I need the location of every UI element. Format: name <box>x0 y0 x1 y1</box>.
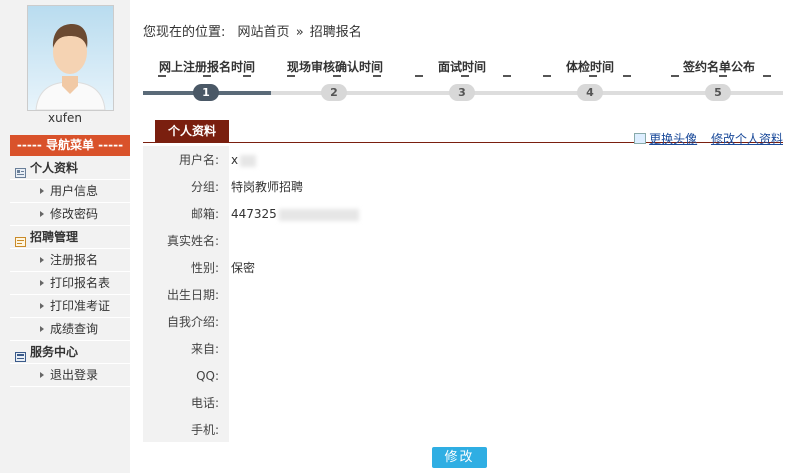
field-row-group: 分组: 特岗教师招聘 <box>143 174 783 201</box>
step-dash <box>333 75 341 77</box>
field-row-username: 用户名: x <box>143 147 783 174</box>
arrow-right-icon <box>40 372 44 378</box>
field-label: 手机: <box>190 423 219 437</box>
step-dash <box>287 75 295 77</box>
breadcrumb-home[interactable]: 网站首页 <box>238 25 290 40</box>
step-dash <box>671 75 679 77</box>
field-label: 用户名: <box>178 153 219 167</box>
step-label: 体检时间 <box>566 60 615 74</box>
step-number: 4 <box>577 84 603 101</box>
arrow-right-icon <box>40 326 44 332</box>
arrow-right-icon <box>40 188 44 194</box>
step-number: 1 <box>193 84 219 101</box>
step-dash <box>503 75 511 77</box>
field-row-phone: 电话: <box>143 390 783 417</box>
step-dash <box>543 75 551 77</box>
nav-item-scores[interactable]: 成绩查询 <box>10 318 130 341</box>
arrow-right-icon <box>40 303 44 309</box>
nav-group-profile[interactable]: 个人资料 <box>10 157 130 180</box>
sidebar: xufen ----- 导航菜单 ----- 个人资料 用户信息 修改密码 招聘… <box>0 0 130 473</box>
user-avatar-icon <box>28 6 113 110</box>
field-label: 真实姓名: <box>166 234 219 248</box>
step-label: 现场审核确认时间 <box>287 60 384 74</box>
step-label: 签约名单公布 <box>683 60 756 74</box>
field-row-birthdate: 出生日期: <box>143 282 783 309</box>
nav-item-label: 修改密码 <box>50 207 99 221</box>
breadcrumb-separator: » <box>295 25 304 40</box>
step-number: 2 <box>321 84 347 101</box>
edit-profile-link[interactable]: 修改个人资料 <box>711 132 783 146</box>
step-dash <box>623 75 631 77</box>
nav-item-label: 打印报名表 <box>50 276 111 290</box>
field-label: 邮箱: <box>190 207 219 221</box>
field-row-realname: 真实姓名: <box>143 228 783 255</box>
change-avatar-link[interactable]: 更换头像 <box>649 132 697 146</box>
step-label: 面试时间 <box>438 60 487 74</box>
field-label: 来自: <box>190 342 219 356</box>
nav-item-print-form[interactable]: 打印报名表 <box>10 272 130 295</box>
profile-links: 更换头像 修改个人资料 <box>634 130 783 147</box>
image-icon <box>634 133 647 144</box>
field-value: 保密 <box>231 261 256 275</box>
field-value: 447325 <box>231 201 359 228</box>
username: xufen <box>48 111 82 125</box>
field-label: 分组: <box>190 180 219 194</box>
nav-group-label: 个人资料 <box>30 161 79 175</box>
field-label: 性别: <box>190 261 219 275</box>
nav-group-recruit[interactable]: 招聘管理 <box>10 226 130 249</box>
breadcrumb-prefix: 您现在的位置: <box>143 25 226 40</box>
nav-group-label: 招聘管理 <box>30 230 79 244</box>
field-label: 电话: <box>190 396 219 410</box>
breadcrumb-current: 招聘报名 <box>309 25 362 40</box>
step-dash <box>158 75 166 77</box>
field-label: 自我介绍: <box>166 315 219 329</box>
step-dash <box>243 75 251 77</box>
nav-item-label: 退出登录 <box>50 368 99 382</box>
avatar <box>27 5 114 111</box>
arrow-right-icon <box>40 280 44 286</box>
step-number: 5 <box>705 84 731 101</box>
step-number: 3 <box>449 84 475 101</box>
step-label: 网上注册报名时间 <box>159 60 256 74</box>
service-icon <box>15 347 26 362</box>
arrow-right-icon <box>40 211 44 217</box>
step-dash <box>415 75 423 77</box>
nav-item-logout[interactable]: 退出登录 <box>10 364 130 387</box>
nav-group-label: 服务中心 <box>30 345 79 359</box>
field-value: 特岗教师招聘 <box>231 180 304 194</box>
step-dash <box>719 75 727 77</box>
field-label: 出生日期: <box>166 288 219 302</box>
field-row-qq: QQ: <box>143 363 783 390</box>
step-dash <box>589 75 597 77</box>
step-dash <box>203 75 211 77</box>
nav-item-label: 注册报名 <box>50 253 99 267</box>
field-label: QQ: <box>196 369 219 383</box>
nav-menu-header: ----- 导航菜单 ----- <box>10 135 130 156</box>
nav-item-label: 成绩查询 <box>50 322 99 336</box>
profile-icon <box>15 163 26 178</box>
tab-profile[interactable]: 个人资料 <box>155 120 229 142</box>
field-row-mobile: 手机: <box>143 417 783 444</box>
step-dash <box>373 75 381 77</box>
progress-steps: 网上注册报名时间 现场审核确认时间 面试时间 体检时间 签约名单公布 1 2 3… <box>143 58 783 108</box>
breadcrumb: 您现在的位置: 网站首页 » 招聘报名 <box>143 21 362 40</box>
edit-button[interactable]: 修改 <box>432 447 487 468</box>
field-row-gender: 性别: 保密 <box>143 255 783 282</box>
nav-item-label: 用户信息 <box>50 184 99 198</box>
field-row-intro: 自我介绍: <box>143 309 783 336</box>
nav-item-print-ticket[interactable]: 打印准考证 <box>10 295 130 318</box>
nav-item-label: 打印准考证 <box>50 299 111 313</box>
nav-item-register[interactable]: 注册报名 <box>10 249 130 272</box>
nav-menu: 个人资料 用户信息 修改密码 招聘管理 注册报名 打印报名表 打印准考证 成绩查… <box>10 157 130 387</box>
field-row-email: 邮箱: 447325 <box>143 201 783 228</box>
nav-group-service[interactable]: 服务中心 <box>10 341 130 364</box>
step-dash <box>763 75 771 77</box>
arrow-right-icon <box>40 257 44 263</box>
nav-item-change-password[interactable]: 修改密码 <box>10 203 130 226</box>
field-value: x <box>231 147 257 174</box>
step-dash <box>461 75 469 77</box>
field-row-from: 来自: <box>143 336 783 363</box>
nav-item-user-info[interactable]: 用户信息 <box>10 180 130 203</box>
recruit-icon <box>15 232 26 247</box>
